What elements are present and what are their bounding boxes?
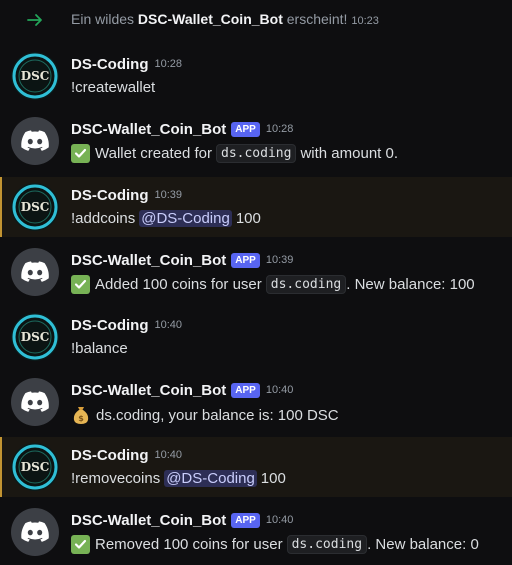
message-text-suffix: . New balance: 100 <box>346 276 475 293</box>
dsc-logo-icon: DSC <box>11 183 59 231</box>
check-mark-icon <box>71 275 90 294</box>
chat-log: Ein wildes DSC-Wallet_Coin_Bot erscheint… <box>0 0 512 565</box>
arrow-right-icon <box>27 14 42 26</box>
inline-code: ds.coding <box>265 275 347 294</box>
author-name[interactable]: DSC-Wallet_Coin_Bot <box>71 512 226 529</box>
discord-logo-icon <box>21 130 49 151</box>
message-content: !createwallet <box>71 79 155 96</box>
message-header: DSC-Wallet_Coin_Bot APP 10:28 <box>71 119 293 139</box>
svg-text:DSC: DSC <box>21 200 50 214</box>
message-text: Removed 100 coins for user <box>95 536 283 553</box>
timestamp[interactable]: 10:40 <box>154 449 182 461</box>
system-bot-name[interactable]: DSC-Wallet_Coin_Bot <box>138 11 283 27</box>
timestamp[interactable]: 10:39 <box>266 254 294 266</box>
author-name[interactable]: DS-Coding <box>71 317 148 334</box>
svg-text:$: $ <box>78 414 84 423</box>
message-bot: DSC-Wallet_Coin_Bot APP 10:40 $ ds.codin… <box>0 372 512 432</box>
amount-text: 100 <box>235 210 261 227</box>
system-message-text: Ein wildes DSC-Wallet_Coin_Bot erscheint… <box>71 11 379 27</box>
discord-logo-icon <box>21 261 49 282</box>
discord-logo-icon <box>21 521 49 542</box>
message-header: DSC-Wallet_Coin_Bot APP 10:40 <box>71 510 293 530</box>
app-badge: APP <box>231 252 260 268</box>
message-user-mention-highlight: DSC DS-Coding 10:39 !addcoins @DS-Coding… <box>0 177 512 237</box>
message-bot: DSC-Wallet_Coin_Bot APP 10:39 Added 100 … <box>0 242 512 302</box>
check-mark-icon <box>71 144 90 163</box>
message-user-mention-highlight: DSC DS-Coding 10:40 !removecoins @DS-Cod… <box>0 437 512 497</box>
app-badge: APP <box>231 512 260 528</box>
svg-text:DSC: DSC <box>21 460 50 474</box>
message-content: !balance <box>71 340 128 357</box>
avatar[interactable]: DSC <box>11 443 59 491</box>
app-badge: APP <box>231 382 260 398</box>
svg-text:DSC: DSC <box>21 69 50 83</box>
system-prefix: Ein wildes <box>71 11 135 27</box>
avatar[interactable]: DSC <box>11 52 59 100</box>
message-content: $ ds.coding, your balance is: 100 DSC <box>71 405 339 425</box>
timestamp[interactable]: 10:28 <box>266 123 294 135</box>
avatar[interactable]: DSC <box>11 313 59 361</box>
check-mark-icon <box>71 535 90 554</box>
command-text: !addcoins <box>71 210 136 227</box>
message-bot: DSC-Wallet_Coin_Bot APP 10:40 Removed 10… <box>0 502 512 562</box>
author-name[interactable]: DSC-Wallet_Coin_Bot <box>71 121 226 138</box>
inline-code: ds.coding <box>216 144 297 163</box>
system-timestamp[interactable]: 10:23 <box>351 15 379 27</box>
svg-text:DSC: DSC <box>21 330 50 344</box>
timestamp[interactable]: 10:39 <box>154 189 182 201</box>
message-text: Wallet created for <box>95 145 212 162</box>
message-text-suffix: . New balance: 0 <box>367 536 479 553</box>
message-content: Added 100 coins for user ds.coding . New… <box>71 275 475 294</box>
timestamp[interactable]: 10:40 <box>266 384 294 396</box>
app-badge: APP <box>231 121 260 137</box>
timestamp[interactable]: 10:40 <box>154 319 182 331</box>
message-text: Added 100 coins for user <box>95 276 262 293</box>
command-text: !removecoins <box>71 470 161 487</box>
avatar[interactable]: DSC <box>11 183 59 231</box>
user-mention[interactable]: @DS-Coding <box>139 210 232 227</box>
message-content: Wallet created for ds.coding with amount… <box>71 144 398 163</box>
avatar[interactable] <box>11 378 59 426</box>
dsc-logo-icon: DSC <box>11 443 59 491</box>
inline-code: ds.coding <box>286 535 368 554</box>
message-header: DS-Coding 10:39 <box>71 185 182 205</box>
message-content: Removed 100 coins for user ds.coding . N… <box>71 535 479 554</box>
timestamp[interactable]: 10:40 <box>266 514 294 526</box>
author-name[interactable]: DSC-Wallet_Coin_Bot <box>71 382 226 399</box>
user-mention[interactable]: @DS-Coding <box>164 470 257 487</box>
author-name[interactable]: DSC-Wallet_Coin_Bot <box>71 252 226 269</box>
message-header: DS-Coding 10:28 <box>71 54 182 74</box>
avatar[interactable] <box>11 117 59 165</box>
message-header: DS-Coding 10:40 <box>71 445 182 465</box>
message-header: DSC-Wallet_Coin_Bot APP 10:40 <box>71 380 293 400</box>
money-bag-icon: $ <box>73 407 89 424</box>
dsc-logo-icon: DSC <box>11 313 59 361</box>
message-bot: DSC-Wallet_Coin_Bot APP 10:28 Wallet cre… <box>0 111 512 171</box>
message-header: DSC-Wallet_Coin_Bot APP 10:39 <box>71 250 293 270</box>
message-text: ds.coding, your balance is: 100 DSC <box>96 406 339 424</box>
dsc-logo-icon: DSC <box>11 52 59 100</box>
author-name[interactable]: DS-Coding <box>71 56 148 73</box>
message-text: !balance <box>71 340 128 357</box>
message-content: !addcoins @DS-Coding 100 <box>71 210 261 227</box>
system-suffix: erscheint! <box>286 11 348 27</box>
author-name[interactable]: DS-Coding <box>71 447 148 464</box>
message-content: !removecoins @DS-Coding 100 <box>71 470 286 487</box>
message-header: DS-Coding 10:40 <box>71 315 182 335</box>
avatar[interactable] <box>11 248 59 296</box>
timestamp[interactable]: 10:28 <box>154 58 182 70</box>
amount-text: 100 <box>260 470 286 487</box>
avatar[interactable] <box>11 508 59 556</box>
message-user: DSC DS-Coding 10:40 !balance <box>0 307 512 367</box>
message-text-suffix: with amount 0. <box>300 145 399 162</box>
message-user: DSC DS-Coding 10:28 !createwallet <box>0 46 512 106</box>
author-name[interactable]: DS-Coding <box>71 187 148 204</box>
message-text: !createwallet <box>71 79 156 96</box>
discord-logo-icon <box>21 391 49 412</box>
system-join-message: Ein wildes DSC-Wallet_Coin_Bot erscheint… <box>0 0 512 40</box>
